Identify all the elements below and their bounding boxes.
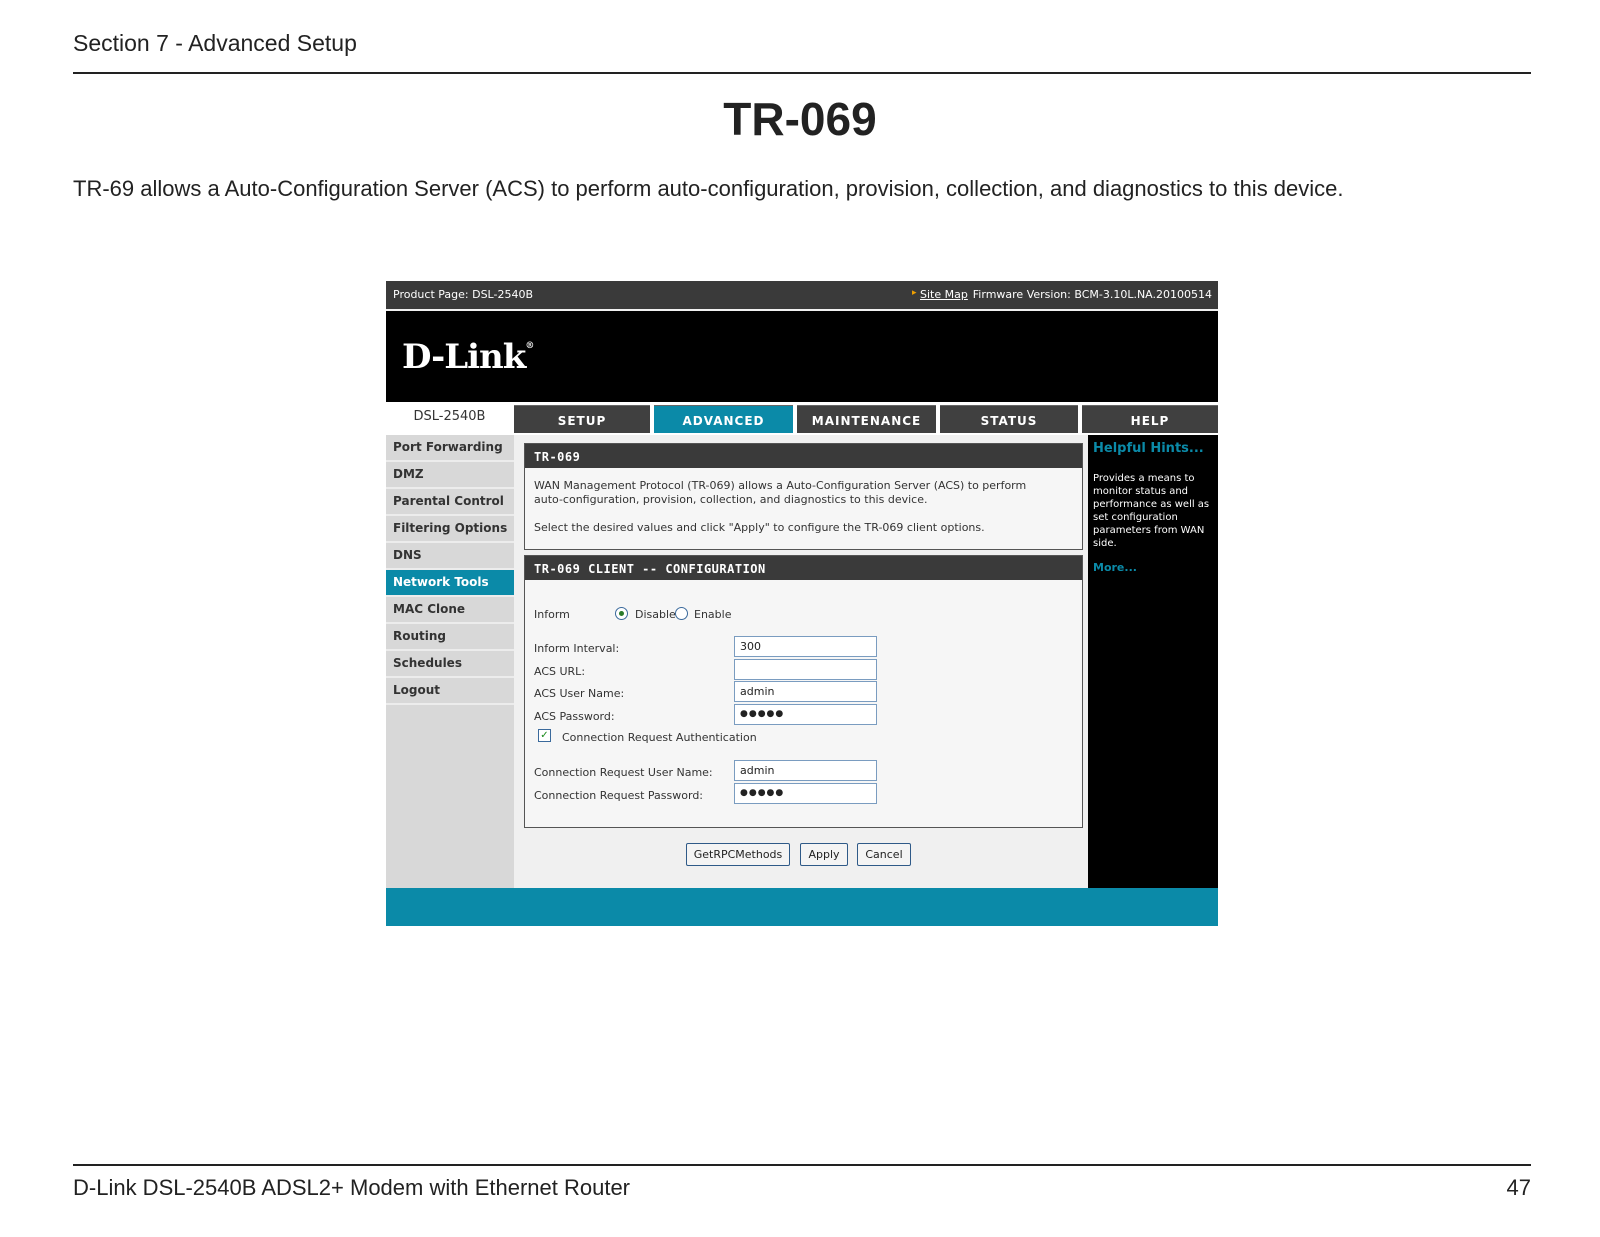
page-number: 47	[1506, 1175, 1531, 1200]
hints-more-link[interactable]: More...	[1093, 561, 1137, 574]
acs-password-input[interactable]: ●●●●●	[734, 704, 877, 725]
top-bar: Product Page: DSL-2540B ▸ Site Map Firmw…	[386, 281, 1218, 309]
arrow-icon: ▸	[912, 288, 917, 298]
sidebar-item-network-tools[interactable]: Network Tools	[386, 570, 514, 597]
conn-user-input[interactable]: admin	[734, 760, 877, 781]
inform-label: Inform	[534, 608, 570, 621]
enable-label: Enable	[694, 608, 732, 621]
tr069-desc-line2: auto-configuration, provision, collectio…	[534, 493, 928, 506]
sidebar-item-routing[interactable]: Routing	[386, 624, 514, 651]
sidebar-item-logout[interactable]: Logout	[386, 678, 514, 705]
acs-password-label: ACS Password:	[534, 710, 615, 723]
connection-auth-label: Connection Request Authentication	[562, 731, 757, 744]
product-page-label: Product Page: DSL-2540B	[393, 288, 533, 301]
section-header: Section 7 - Advanced Setup	[73, 30, 357, 56]
tr069-info-box: TR-069 WAN Management Protocol (TR-069) …	[524, 443, 1083, 550]
helpful-hints-panel: Helpful Hints... Provides a means to mon…	[1088, 435, 1218, 888]
sidebar-item-dmz[interactable]: DMZ	[386, 462, 514, 489]
dlink-logo: D-Link®	[402, 337, 534, 377]
site-map-link[interactable]: Site Map	[920, 288, 968, 301]
header-rule	[73, 72, 1531, 74]
footer-bar	[386, 888, 1218, 926]
router-screenshot: Product Page: DSL-2540B ▸ Site Map Firmw…	[386, 281, 1218, 926]
tab-maintenance[interactable]: MAINTENANCE	[797, 405, 936, 433]
tr069-desc-line3: Select the desired values and click "App…	[534, 521, 985, 534]
main-content: TR-069 WAN Management Protocol (TR-069) …	[514, 435, 1083, 888]
hints-text: Provides a means to monitor status and p…	[1093, 473, 1210, 549]
model-name: DSL-2540B	[386, 402, 513, 435]
inform-enable-radio[interactable]	[675, 607, 688, 620]
acs-url-input[interactable]	[734, 659, 877, 680]
footer-rule	[73, 1164, 1531, 1166]
sidebar-item-dns[interactable]: DNS	[386, 543, 514, 570]
acs-user-label: ACS User Name:	[534, 687, 625, 700]
tab-help[interactable]: HELP	[1082, 405, 1218, 433]
conn-password-label: Connection Request Password:	[534, 789, 704, 802]
inform-disable-radio[interactable]	[615, 607, 628, 620]
tab-row: DSL-2540B SETUP ADVANCED MAINTENANCE STA…	[386, 402, 1218, 435]
connection-auth-checkbox[interactable]: ✓	[538, 729, 551, 742]
acs-url-label: ACS URL:	[534, 665, 586, 678]
intro-text: TR-69 allows a Auto-Configuration Server…	[73, 176, 1344, 201]
apply-button[interactable]: Apply	[800, 843, 848, 866]
config-box: TR-069 CLIENT -- CONFIGURATION Inform Di…	[524, 555, 1083, 828]
getrpcmethods-button[interactable]: GetRPCMethods	[686, 843, 790, 866]
acs-user-input[interactable]: admin	[734, 681, 877, 702]
footer-product: D-Link DSL-2540B ADSL2+ Modem with Ether…	[73, 1175, 631, 1200]
conn-password-input[interactable]: ●●●●●	[734, 783, 877, 804]
tab-setup[interactable]: SETUP	[514, 405, 650, 433]
tab-advanced[interactable]: ADVANCED	[654, 405, 793, 433]
page-title: TR-069	[723, 93, 877, 145]
config-heading: TR-069 CLIENT -- CONFIGURATION	[525, 556, 1082, 580]
hints-title: Helpful Hints...	[1093, 441, 1204, 456]
sidebar-item-schedules[interactable]: Schedules	[386, 651, 514, 678]
sidebar-item-mac-clone[interactable]: MAC Clone	[386, 597, 514, 624]
firmware-version: Firmware Version: BCM-3.10L.NA.20100514	[972, 288, 1212, 301]
brand-banner: D-Link®	[386, 311, 1218, 402]
cancel-button[interactable]: Cancel	[857, 843, 911, 866]
inform-interval-label: Inform Interval:	[534, 642, 620, 655]
conn-user-label: Connection Request User Name:	[534, 766, 713, 779]
tab-status[interactable]: STATUS	[940, 405, 1078, 433]
tr069-heading: TR-069	[525, 444, 1082, 468]
button-row: GetRPCMethods Apply Cancel	[514, 843, 1076, 867]
sidebar: Port Forwarding DMZ Parental Control Fil…	[386, 435, 514, 888]
disable-label: Disable	[635, 608, 676, 621]
sidebar-item-parental-control[interactable]: Parental Control	[386, 489, 514, 516]
tr069-desc-line1: WAN Management Protocol (TR-069) allows …	[534, 479, 1027, 492]
inform-interval-input[interactable]: 300	[734, 636, 877, 657]
sidebar-item-port-forwarding[interactable]: Port Forwarding	[386, 435, 514, 462]
sidebar-item-filtering-options[interactable]: Filtering Options	[386, 516, 514, 543]
